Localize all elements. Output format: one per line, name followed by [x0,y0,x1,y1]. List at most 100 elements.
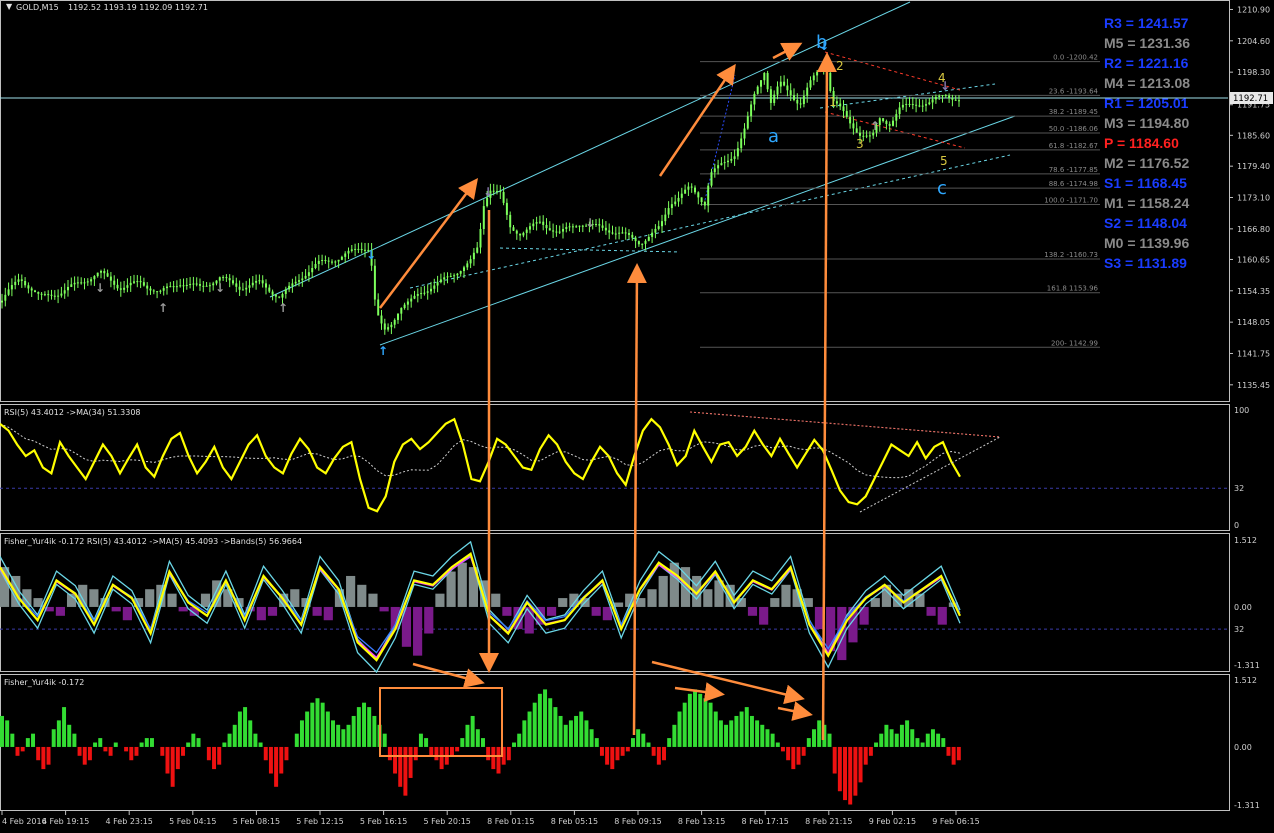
fisher-histogram-bar [258,742,263,747]
candle-body [380,315,383,324]
candle-body [208,285,211,287]
fisher-histogram-bar [175,746,180,770]
candle-body [149,288,152,291]
time-tick-label: 4 Feb 23:15 [105,817,152,826]
fib-level-label: 138.2 -1160.73 [1044,251,1098,259]
time-tick-label: 8 Feb 21:15 [805,817,852,826]
fisher-histogram-bar [98,738,103,747]
pivot-level-label: M5 = 1231.36 [1104,35,1190,51]
rsi-tick-label: 100 [1234,406,1249,415]
fisher-histogram-bar [801,746,806,756]
fisher-histogram-bar [527,711,532,747]
candle-body [796,99,799,104]
fisher-histogram-bar [693,689,698,747]
fisher-rsi-histogram-bar [200,593,211,607]
candle-body [182,285,185,287]
fisher-histogram-bar [827,733,832,747]
fisher-histogram-bar [667,738,672,747]
fisher-rsi-histogram-bar [357,584,367,607]
candle-body [496,191,498,193]
fisher-histogram-bar [589,729,594,747]
fisher-histogram-bar [594,738,599,747]
candle-body [420,293,423,295]
fisher-histogram-bar [315,698,320,747]
fisher-histogram-bar [31,733,36,747]
candle-body [439,279,442,283]
candle-body [248,285,251,288]
fisher-histogram-bar [351,715,356,747]
fisher-rsi-histogram-bar [267,606,278,616]
candle-body [538,221,541,223]
candle-body [816,71,819,76]
candle-body [958,100,960,102]
fisher-histogram-bar [868,746,873,756]
fisher-histogram-bar [455,746,460,752]
candle-body [304,275,307,279]
candle-body [941,95,944,97]
candle-body [93,276,96,280]
fisher-tick-label: -1.311 [1234,801,1260,810]
candle-body [628,233,630,235]
candle-body [872,132,875,136]
symbol-dropdown-icon[interactable]: ▼ [6,2,13,11]
candle-body [159,290,162,292]
fisher-histogram-bar [429,746,434,756]
fisher-histogram-bar [367,707,372,747]
candle-body [938,95,941,97]
candle-body [548,228,551,231]
price-tick-label: 1204.60 [1237,37,1270,46]
candle-body [743,128,746,139]
candle-body [631,234,634,238]
fisher-histogram-bar [196,738,201,747]
pivot-level-label: M4 = 1213.08 [1104,75,1190,91]
fisher-histogram-bar [279,746,284,774]
fisher-histogram-bar [812,729,816,747]
candle-body [598,224,601,226]
candle-body [397,313,399,320]
candle-body [545,224,548,229]
candle-body [129,282,132,286]
candle-body [271,291,274,295]
candle-body [687,186,690,190]
fisher-histogram-bar [77,746,82,756]
candle-body [799,103,802,105]
candle-body [525,229,528,233]
fisher-histogram-bar [879,733,884,747]
fib-level-label: 23.6 -1193.64 [1049,87,1099,95]
time-tick-label: 8 Feb 01:15 [487,817,534,826]
candle-body [608,230,611,233]
candle-body [344,253,347,257]
fisher-histogram-bar [387,746,392,761]
candle-body [482,206,485,230]
fib-level-label: 88.6 -1174.98 [1049,180,1098,188]
trading-chart[interactable]: ▼ GOLD,M15 1192.52 1193.19 1192.09 1192.… [0,0,1274,833]
fisher-panel-title: Fisher_Yur4ik -0.172 [4,678,84,687]
price-tick-label: 1198.30 [1237,68,1270,77]
candle-body [486,197,489,207]
fisher-histogram-bar [398,746,403,787]
candle-body [512,227,515,231]
candle-body [136,281,139,283]
candle-body [888,123,891,126]
candle-body [802,95,805,105]
candle-body [618,232,621,234]
candle-body [667,208,670,215]
candle-body [53,295,56,297]
candle-body [76,282,79,284]
candle-body [251,282,254,286]
candle-body [868,135,871,137]
candle-body [519,233,522,236]
candle-body [944,95,947,97]
candle-body [274,294,277,297]
fisher-histogram-bar [186,742,191,747]
candle-body [14,281,17,286]
candle-body [133,281,135,283]
fisher-rsi-histogram-bar [937,606,947,625]
fisher-histogram-bar [470,715,475,747]
candle-body [327,260,330,262]
fisher-histogram-bar [899,724,904,747]
fisher-histogram-bar [755,720,760,747]
candle-body [499,191,502,193]
candle-body [472,252,475,260]
candle-body [360,249,363,251]
